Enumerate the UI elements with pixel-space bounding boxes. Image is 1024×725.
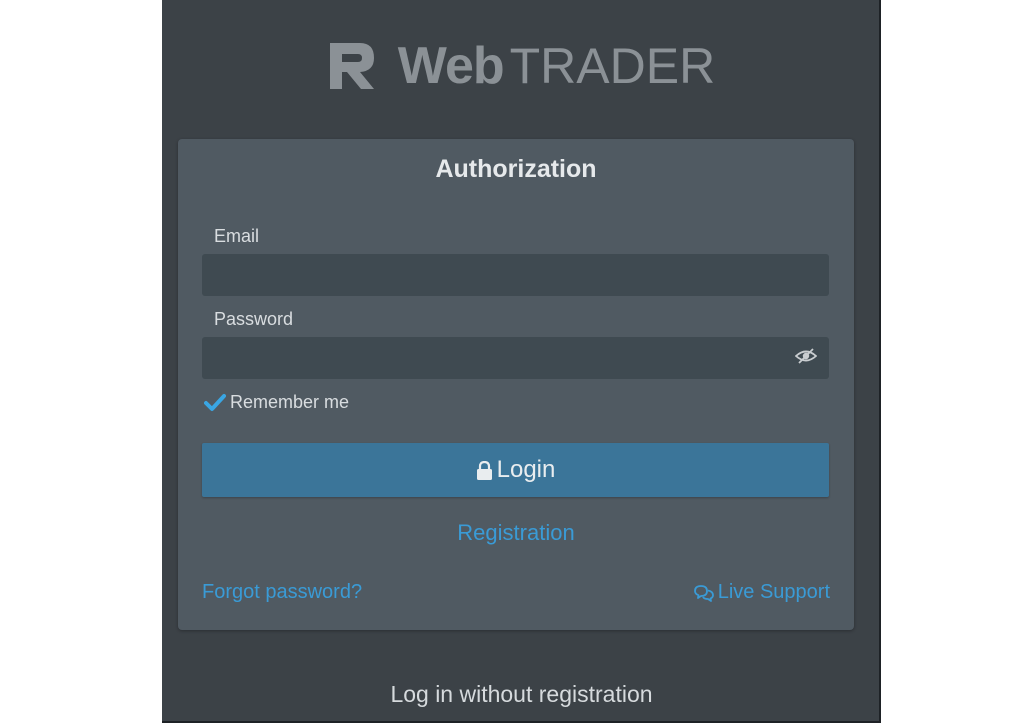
registration-link[interactable]: Registration	[178, 520, 854, 546]
forgot-password-link[interactable]: Forgot password?	[202, 581, 362, 604]
email-field[interactable]	[202, 254, 829, 296]
email-label: Email	[214, 226, 260, 246]
logo-trader-text: TRADER	[509, 38, 716, 94]
lock-icon	[476, 460, 492, 480]
checkmark-icon	[204, 393, 226, 411]
login-without-registration-link[interactable]: Log in without registration	[162, 681, 881, 708]
logo-web-text: Web	[397, 37, 505, 95]
login-button-label: Login	[496, 456, 556, 483]
live-support-link[interactable]: Live Support	[693, 581, 830, 604]
login-screen: Web TRADER Authorization Email Password …	[162, 0, 881, 723]
login-button[interactable]: Login	[202, 443, 829, 497]
chat-bubbles-icon	[693, 584, 714, 602]
password-label: Password	[214, 309, 294, 329]
remember-me-label: Remember me	[230, 392, 350, 412]
remember-me-checkbox[interactable]: Remember me	[204, 392, 349, 413]
password-field[interactable]	[202, 337, 829, 379]
eye-slash-icon[interactable]	[795, 347, 817, 365]
card-title: Authorization	[435, 155, 597, 183]
authorization-card: Authorization Email Password Remember me…	[178, 139, 854, 630]
live-support-label: Live Support	[717, 581, 830, 603]
r-logo-icon	[329, 43, 374, 89]
webtrader-logo: Web TRADER	[162, 37, 881, 95]
